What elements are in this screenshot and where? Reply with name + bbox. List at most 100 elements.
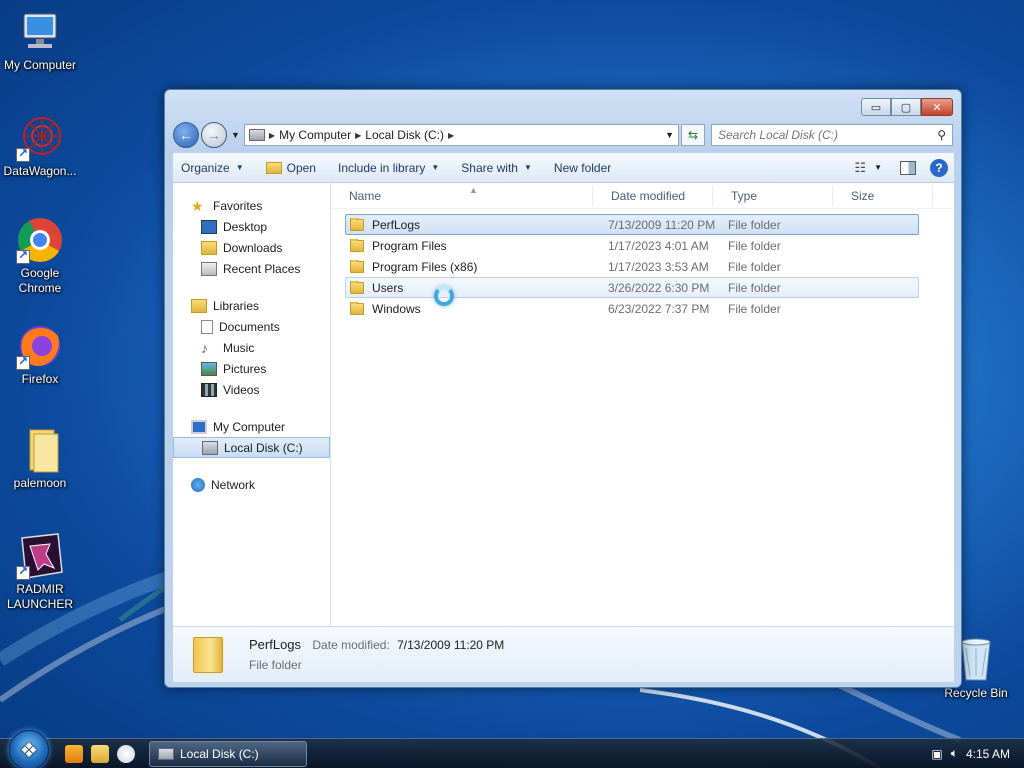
- nav-recent-places[interactable]: Recent Places: [173, 258, 330, 279]
- nav-label: Libraries: [213, 298, 260, 313]
- share-with-button[interactable]: Share with ▼: [461, 161, 532, 175]
- navigation-bar: ← → ▼ ▶ My Computer ▶ Local Disk (C:) ▶ …: [173, 122, 953, 148]
- nav-libraries[interactable]: Libraries: [173, 295, 330, 316]
- file-list: ▲ Name Date modified Type Size PerfLogs …: [331, 183, 954, 626]
- shortcut-arrow-icon: [16, 248, 30, 264]
- breadcrumb-separator-icon[interactable]: ▶: [448, 131, 454, 140]
- network-icon: [191, 477, 205, 492]
- open-button[interactable]: Open: [265, 160, 316, 175]
- file-name: Program Files: [372, 238, 447, 253]
- file-date: 3/26/2022 6:30 PM: [608, 280, 710, 295]
- media-player-icon[interactable]: [65, 744, 83, 763]
- maximize-button[interactable]: ▢: [891, 98, 921, 116]
- file-type: File folder: [728, 217, 781, 232]
- column-header-type[interactable]: Type: [713, 183, 833, 209]
- file-row-perflogs[interactable]: PerfLogs 7/13/2009 11:20 PM File folder: [345, 214, 919, 235]
- desktop-icon-firefox[interactable]: Firefox: [0, 322, 80, 387]
- network-group: Network: [173, 474, 330, 495]
- preview-pane-icon[interactable]: [900, 160, 916, 175]
- drive-icon: [158, 747, 174, 760]
- nav-network[interactable]: Network: [173, 474, 330, 495]
- column-label: Date modified: [611, 188, 686, 203]
- nav-label: Music: [223, 340, 255, 355]
- navigation-pane: ★ Favorites Desktop Downloads Recent Pla…: [173, 183, 331, 626]
- new-folder-label: New folder: [553, 160, 612, 175]
- nav-label: Desktop: [223, 219, 268, 234]
- nav-favorites[interactable]: ★ Favorites: [173, 195, 330, 216]
- nav-music[interactable]: ♪ Music: [173, 337, 330, 358]
- back-button[interactable]: ←: [173, 122, 199, 148]
- address-bar[interactable]: ▶ My Computer ▶ Local Disk (C:) ▶ ▼: [243, 124, 679, 146]
- drive-icon: [248, 129, 265, 141]
- column-label: Size: [851, 188, 875, 203]
- column-label: Type: [731, 188, 758, 203]
- favorites-group: ★ Favorites Desktop Downloads Recent Pla…: [173, 195, 330, 279]
- details-pane: PerfLogs Date modified: 7/13/2009 11:20 …: [173, 626, 954, 682]
- nav-videos[interactable]: Videos: [173, 379, 330, 400]
- file-date: 1/17/2023 3:53 AM: [608, 259, 709, 274]
- nav-label: Videos: [223, 382, 260, 397]
- desktop-icon-radmir[interactable]: RADMIR LAUNCHER: [0, 532, 80, 612]
- start-button[interactable]: [9, 729, 49, 768]
- include-in-library-button[interactable]: Include in library ▼: [338, 161, 439, 175]
- breadcrumb-separator-icon[interactable]: ▶: [269, 131, 275, 140]
- file-type: File folder: [728, 238, 781, 253]
- file-row-windows[interactable]: Windows 6/23/2022 7:37 PM File folder: [345, 298, 919, 319]
- desktop-icon-my-computer[interactable]: My Computer: [0, 8, 80, 73]
- chrome-icon: [16, 216, 64, 264]
- close-button[interactable]: ✕: [921, 98, 953, 116]
- chevron-down-icon: ▼: [523, 163, 532, 172]
- breadcrumb-my-computer[interactable]: My Computer: [279, 128, 351, 142]
- taskbar-item-local-disk[interactable]: Local Disk (C:): [149, 740, 307, 767]
- drive-icon: [202, 440, 218, 455]
- desktop-icon-datawagon[interactable]: DataWagon...: [0, 114, 80, 179]
- file-row-users[interactable]: Users 3/26/2022 6:30 PM File folder: [345, 277, 919, 298]
- network-tray-icon[interactable]: ▣: [931, 747, 942, 761]
- file-type: File folder: [728, 301, 781, 316]
- organize-button[interactable]: Organize ▼: [181, 161, 244, 175]
- view-options-icon[interactable]: ☷: [854, 160, 866, 176]
- search-input[interactable]: [718, 128, 938, 142]
- search-box[interactable]: ⚲: [711, 124, 953, 146]
- view-dropdown-icon[interactable]: ▼: [874, 163, 882, 172]
- column-header-date[interactable]: Date modified: [593, 183, 713, 209]
- volume-icon[interactable]: 🔈︎: [951, 746, 958, 761]
- breadcrumb-separator-icon[interactable]: ▶: [355, 131, 361, 140]
- film-icon: [201, 382, 217, 397]
- clock[interactable]: 4:15 AM: [966, 747, 1010, 761]
- minimize-button[interactable]: ▭: [861, 98, 891, 116]
- desktop-icon: [201, 219, 217, 234]
- document-icon: [201, 319, 213, 334]
- ie-icon[interactable]: [117, 744, 135, 763]
- folder-icon: [193, 636, 223, 673]
- open-folder-icon: [265, 161, 282, 174]
- new-folder-button[interactable]: New folder: [554, 161, 611, 175]
- column-header-size[interactable]: Size: [833, 183, 933, 209]
- nav-desktop[interactable]: Desktop: [173, 216, 330, 237]
- file-row-program-files[interactable]: Program Files 1/17/2023 4:01 AM File fol…: [345, 235, 919, 256]
- nav-documents[interactable]: Documents: [173, 316, 330, 337]
- search-icon[interactable]: ⚲: [937, 128, 946, 142]
- file-row-program-files-x86[interactable]: Program Files (x86) 1/17/2023 3:53 AM Fi…: [345, 256, 919, 277]
- column-headers: ▲ Name Date modified Type Size: [331, 183, 954, 209]
- nav-my-computer[interactable]: My Computer: [173, 416, 330, 437]
- desktop-icon-palemoon[interactable]: palemoon: [0, 426, 80, 491]
- recent-pages-dropdown[interactable]: ▼: [231, 130, 240, 140]
- column-header-name[interactable]: ▲ Name: [331, 183, 593, 209]
- explorer-quicklaunch-icon[interactable]: [91, 744, 109, 763]
- nav-downloads[interactable]: Downloads: [173, 237, 330, 258]
- nav-pictures[interactable]: Pictures: [173, 358, 330, 379]
- desktop-icon-chrome[interactable]: Google Chrome: [0, 216, 80, 296]
- file-rows: PerfLogs 7/13/2009 11:20 PM File folder …: [331, 209, 954, 319]
- nav-local-disk[interactable]: Local Disk (C:): [173, 437, 330, 458]
- libraries-icon: [191, 298, 207, 313]
- refresh-icon: ⇆: [687, 128, 699, 142]
- system-tray: ▣ 🔈︎ 4:15 AM: [931, 746, 1010, 761]
- breadcrumb-local-disk[interactable]: Local Disk (C:): [365, 128, 444, 142]
- refresh-button[interactable]: ⇆: [681, 124, 705, 146]
- open-label: Open: [286, 160, 316, 175]
- explorer-body: ★ Favorites Desktop Downloads Recent Pla…: [173, 183, 954, 626]
- forward-button[interactable]: →: [201, 122, 227, 148]
- address-dropdown-icon[interactable]: ▼: [665, 130, 674, 140]
- help-icon[interactable]: ?: [930, 158, 948, 177]
